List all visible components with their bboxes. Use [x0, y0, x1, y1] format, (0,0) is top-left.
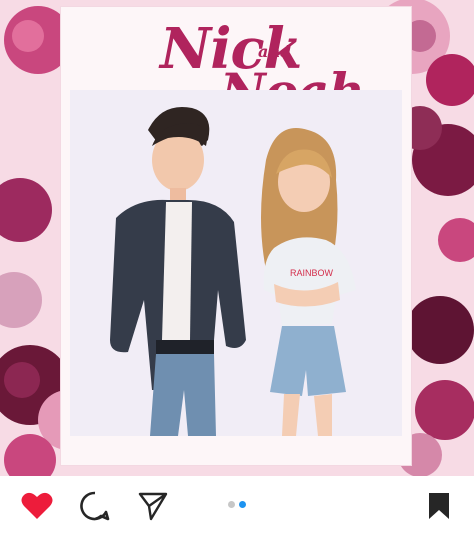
illustration-panel: RAINBOW: [70, 90, 402, 436]
comment-button[interactable]: [78, 490, 112, 522]
speech-bubble-icon: [80, 491, 110, 521]
post-image[interactable]: Nick and Noah RAINBOW: [0, 0, 474, 476]
title-and: and: [258, 42, 292, 61]
carousel-dot-2-active: [239, 501, 246, 508]
carousel-indicator: [226, 501, 252, 511]
shirt-text: RAINBOW: [290, 268, 334, 278]
save-button[interactable]: [422, 490, 456, 522]
like-button[interactable]: [20, 490, 54, 522]
carousel-dot-1: [228, 501, 235, 508]
paper-plane-icon: [138, 492, 168, 521]
share-button[interactable]: [136, 490, 170, 522]
bookmark-icon: [429, 493, 449, 519]
boy-figure: [110, 106, 246, 436]
girl-figure: RAINBOW: [261, 128, 356, 436]
heart-icon: [21, 492, 53, 519]
couple-illustration: RAINBOW: [110, 106, 356, 436]
